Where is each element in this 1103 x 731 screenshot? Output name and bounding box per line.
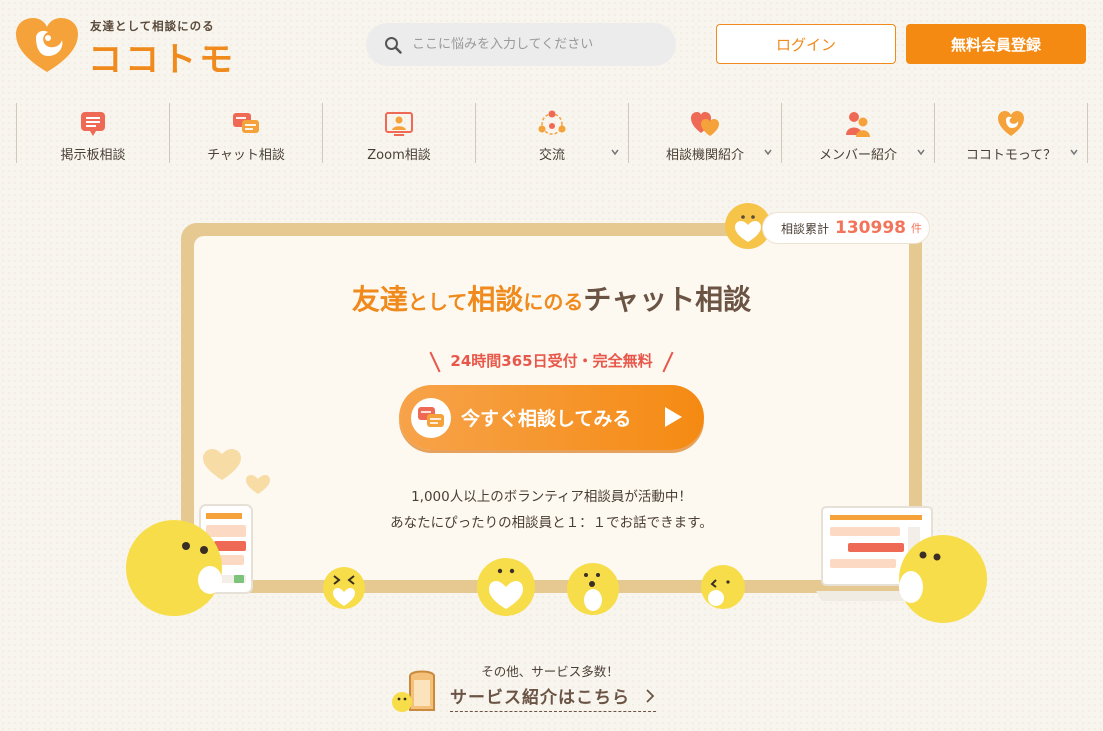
mascot-side <box>701 565 745 609</box>
more-services-caption: その他、サービス多数！ <box>481 664 619 679</box>
title-word-ride: にのる <box>523 290 584 314</box>
hero-description: 1,000人以上のボランティア相談員が活動中！ あなたにぴったりの相談員と１：１… <box>194 484 909 536</box>
search-input[interactable] <box>412 37 652 52</box>
hero-subtitle: 24時間365日受付・完全無料 <box>194 350 909 373</box>
register-button[interactable]: 無料会員登録 <box>906 24 1086 64</box>
search-icon <box>385 36 402 54</box>
main-nav: 掲示板相談 チャット相談 Zoom相談 交流 相談機関紹介 メンバー紹介 ココト… <box>16 103 1088 163</box>
title-word-chat: チャット相談 <box>583 283 752 316</box>
chevron-right-icon <box>646 688 655 703</box>
logo-name: ココトモ <box>88 40 236 80</box>
description-line: あなたにぴったりの相談員と１：１でお話できます。 <box>390 515 713 531</box>
mascot-large-right <box>899 535 987 623</box>
counter-label: 相談累計 <box>781 221 830 236</box>
slash-decoration <box>662 351 674 372</box>
nav-item-zoom[interactable]: Zoom相談 <box>322 103 475 163</box>
floating-hearts-icon <box>203 449 270 494</box>
mascot-heart-center <box>477 558 535 616</box>
nav-item-institutions[interactable]: 相談機関紹介 <box>628 103 781 163</box>
nav-label: チャット相談 <box>207 148 285 163</box>
bread-mascot-icon <box>392 670 435 712</box>
site-header: 友達として相談にのる ココトモ ログイン 無料会員登録 <box>0 0 1103 90</box>
counter-pill: 相談累計 130998 件 <box>762 212 930 244</box>
community-icon <box>538 110 566 135</box>
nav-label: 掲示板相談 <box>60 148 126 163</box>
start-chat-button[interactable]: 今すぐ相談してみる <box>399 385 704 450</box>
subtitle-text: 24時間365日受付・完全無料 <box>450 352 653 370</box>
cta-label: 今すぐ相談してみる <box>461 408 632 430</box>
title-word-as: として <box>407 290 468 314</box>
counter-unit: 件 <box>911 222 922 235</box>
chevron-down-icon <box>764 149 772 156</box>
description-line: 1,000人以上のボランティア相談員が活動中！ <box>411 489 692 505</box>
nav-item-members[interactable]: メンバー紹介 <box>781 103 934 163</box>
play-arrow-icon <box>665 407 682 427</box>
hearts-icon <box>691 112 719 136</box>
chevron-down-icon <box>611 149 619 156</box>
mascot-large-left <box>126 520 222 616</box>
title-word-consult: 相談 <box>467 283 524 316</box>
counter-value: 130998 <box>835 218 906 238</box>
bulletin-board-icon <box>81 112 105 136</box>
nav-item-about[interactable]: ココトモって？ <box>934 103 1088 163</box>
login-button[interactable]: ログイン <box>716 24 896 64</box>
services-link[interactable]: サービス紹介はこちら <box>450 682 656 712</box>
nav-item-community[interactable]: 交流 <box>475 103 628 163</box>
title-word-friend: 友達 <box>351 283 408 316</box>
chat-bubbles-icon <box>233 113 259 133</box>
chevron-down-icon <box>917 149 925 156</box>
search-bar[interactable] <box>366 23 676 66</box>
nav-label: 相談機関紹介 <box>665 148 744 163</box>
slash-decoration <box>429 351 441 372</box>
nav-item-chat[interactable]: チャット相談 <box>169 103 322 163</box>
chat-bubbles-icon <box>411 397 451 438</box>
consultation-counter: 相談累計 130998 件 <box>722 202 932 250</box>
site-logo[interactable]: 友達として相談にのる ココトモ <box>14 14 234 80</box>
mascot-wink <box>323 567 365 609</box>
nav-label: Zoom相談 <box>367 148 431 163</box>
nav-label: 交流 <box>538 148 565 163</box>
chevron-down-icon <box>1070 149 1078 156</box>
members-icon <box>846 112 870 137</box>
hero-title: 友達として相談にのるチャット相談 <box>194 278 909 318</box>
services-link-label: サービス紹介はこちら <box>450 688 630 708</box>
mascot-surprised <box>567 563 619 615</box>
logo-heart-icon <box>16 18 78 72</box>
nav-item-bulletin-board[interactable]: 掲示板相談 <box>16 103 169 163</box>
video-call-icon <box>385 112 413 136</box>
logo-heart-icon <box>998 111 1024 136</box>
nav-label: メンバー紹介 <box>818 148 897 163</box>
nav-label: ココトモって？ <box>965 148 1057 163</box>
